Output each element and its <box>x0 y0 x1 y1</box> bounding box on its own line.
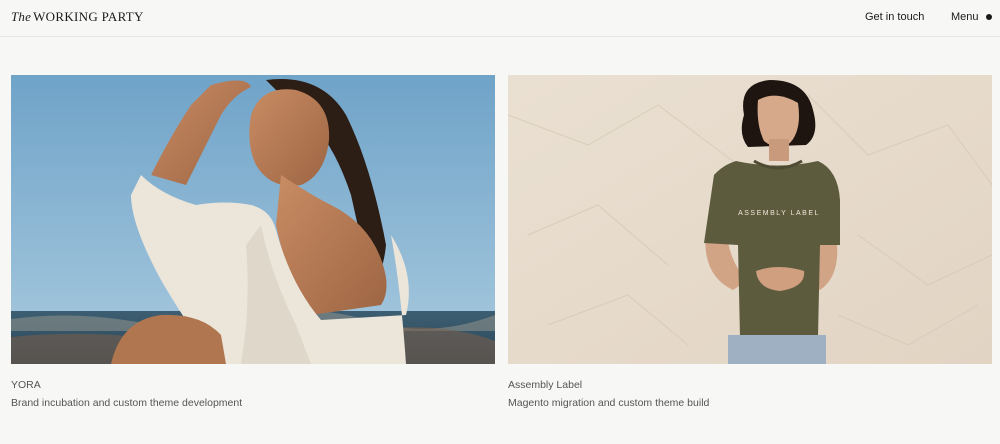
project-description: Magento migration and custom theme build <box>508 397 710 409</box>
shirt-text: ASSEMBLY LABEL <box>738 210 820 217</box>
menu-label: Menu <box>951 11 979 23</box>
menu-dot-icon <box>985 14 992 20</box>
project-description: Brand incubation and custom theme develo… <box>11 397 243 409</box>
logo-name: WORKING PARTY <box>33 9 144 24</box>
site-logo[interactable]: The WORKING PARTY <box>11 9 144 25</box>
logo-the: The <box>11 9 32 24</box>
get-in-touch-link[interactable]: Get in touch <box>865 11 924 23</box>
site-header: The WORKING PARTY Get in touch Menu <box>0 0 1000 37</box>
menu-button[interactable]: Menu <box>951 11 992 23</box>
project-image-assembly-label[interactable]: ASSEMBLY LABEL <box>508 75 992 364</box>
project-card-yora[interactable]: YORA Brand incubation and custom theme d… <box>11 75 495 409</box>
project-card-assembly-label[interactable]: ASSEMBLY LABEL Assembly Label Magento mi… <box>508 75 992 409</box>
project-title[interactable]: Assembly Label <box>508 379 582 391</box>
project-image-yora[interactable] <box>11 75 495 364</box>
project-title[interactable]: YORA <box>11 379 41 391</box>
